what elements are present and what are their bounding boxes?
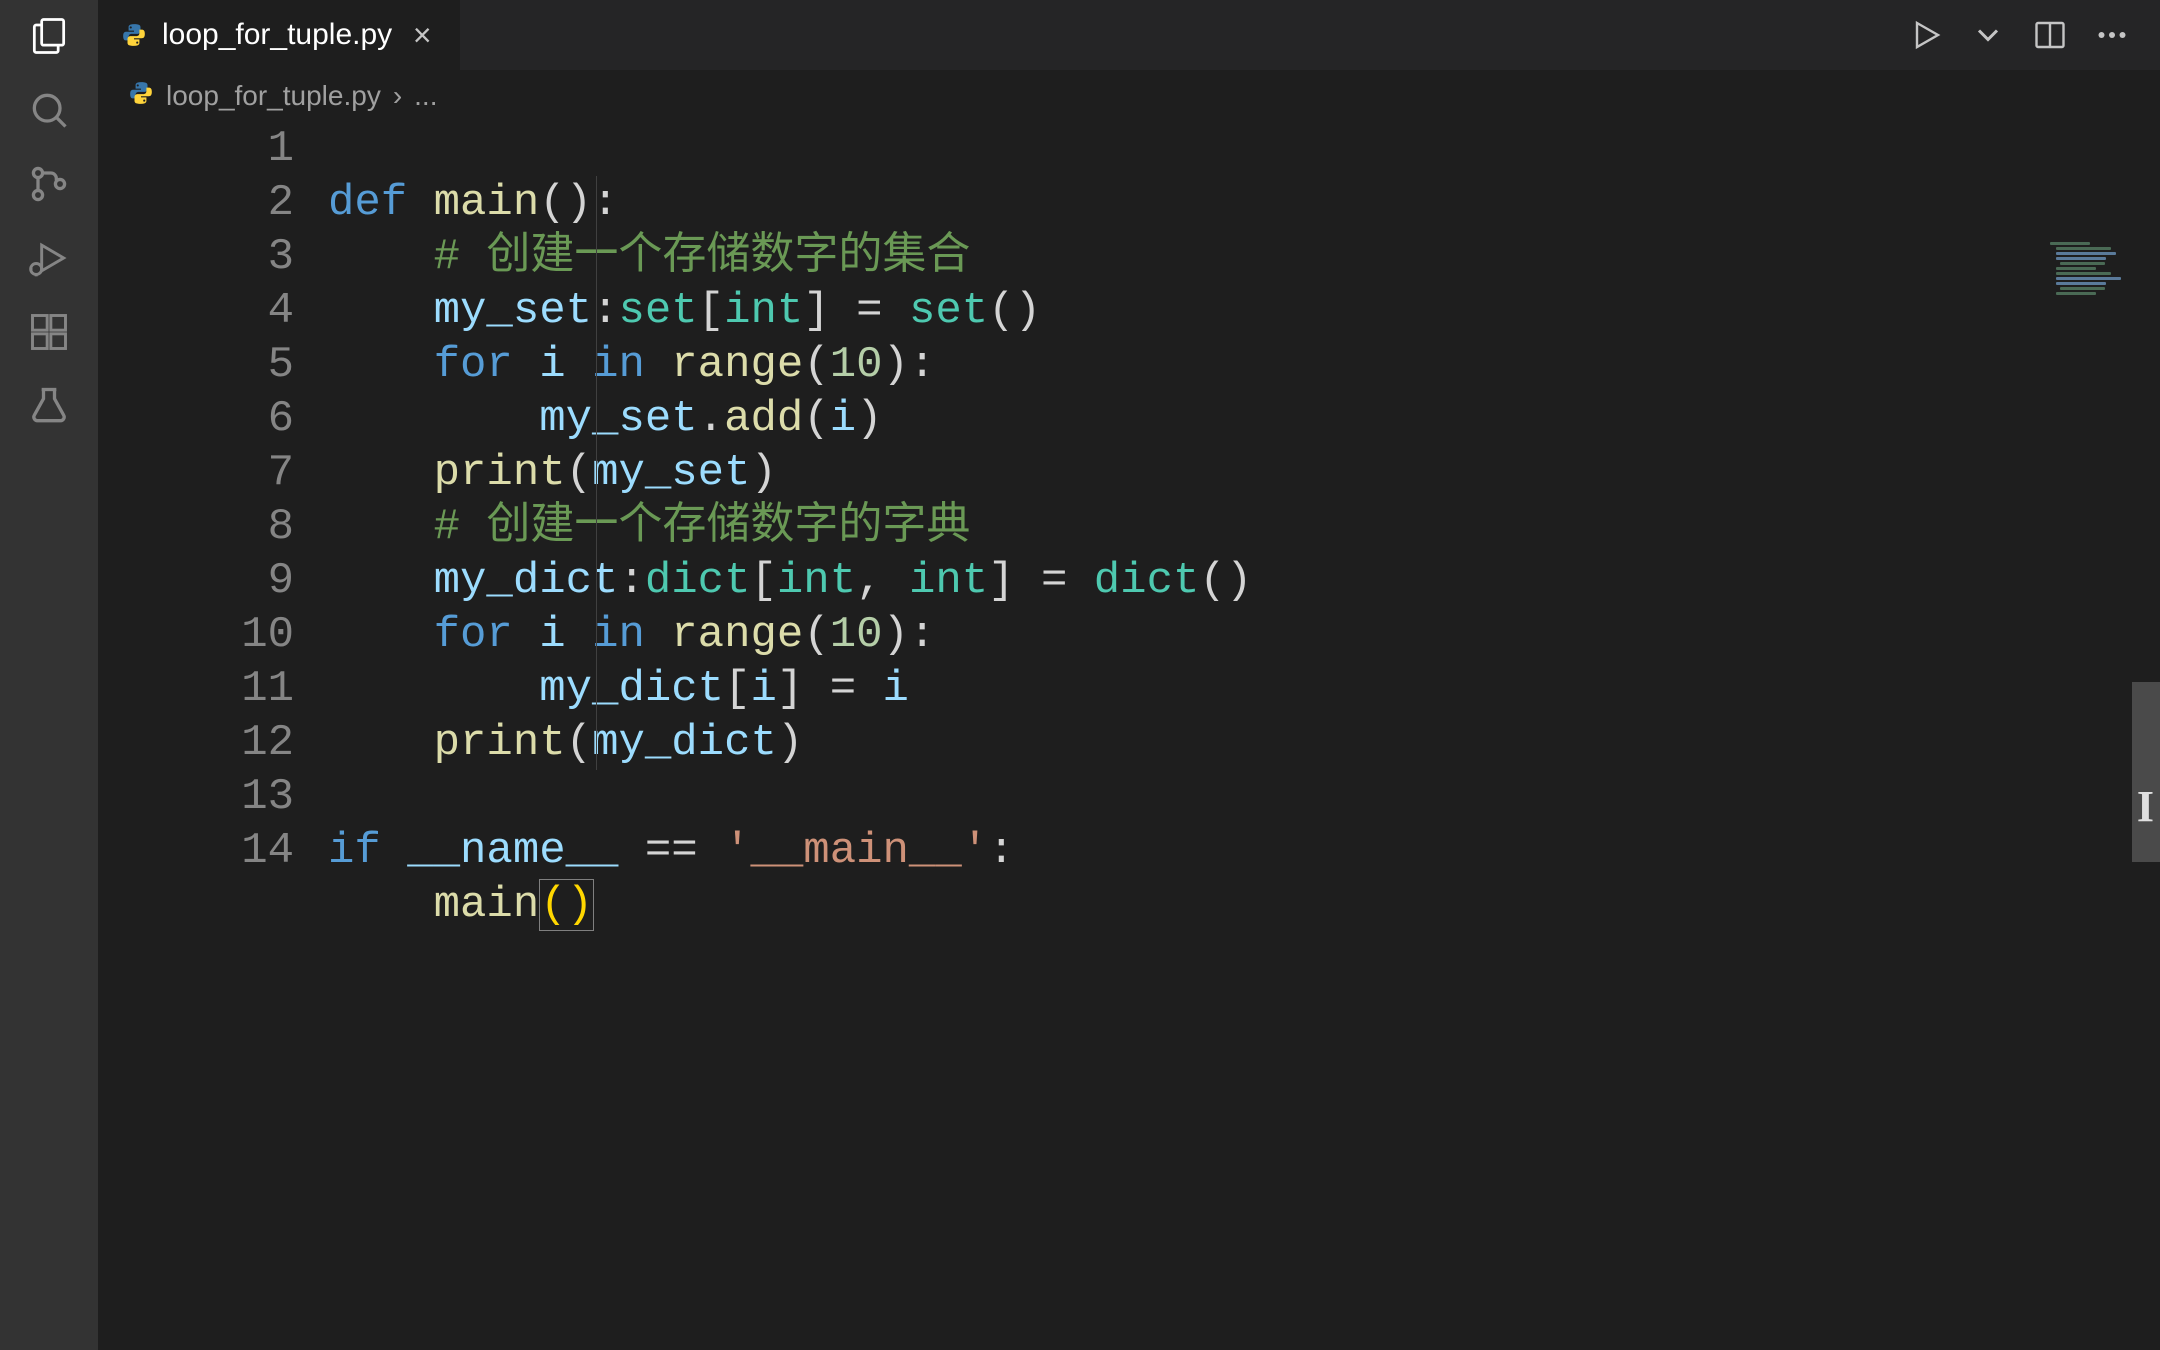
code-line: # 创建一个存储数字的字典 (328, 500, 2160, 554)
code-line: my_dict:dict[int, int] = dict() (328, 554, 2160, 608)
more-actions-icon[interactable] (2094, 17, 2130, 53)
code-line: for i in range(10): (328, 608, 2160, 662)
python-file-icon (128, 80, 154, 113)
search-icon[interactable] (25, 86, 73, 134)
explorer-icon[interactable] (25, 12, 73, 60)
editor-main: loop_for_tuple.py × (98, 0, 2160, 1350)
line-number: 5 (98, 338, 294, 392)
code-line: print(my_set) (328, 446, 2160, 500)
chevron-right-icon: › (393, 80, 402, 112)
breadcrumb-file: loop_for_tuple.py (166, 80, 381, 112)
line-number: 13 (98, 770, 294, 824)
python-file-icon (120, 21, 148, 49)
split-editor-icon[interactable] (2032, 17, 2068, 53)
line-number-gutter: 1 2 3 4 5 6 7 8 9 10 11 12 13 14 (98, 122, 328, 1350)
run-debug-icon[interactable] (25, 234, 73, 282)
code-line: # 创建一个存储数字的集合 (328, 230, 2160, 284)
source-control-icon[interactable] (25, 160, 73, 208)
line-number: 9 (98, 554, 294, 608)
tab-active[interactable]: loop_for_tuple.py × (98, 0, 461, 70)
tab-label: loop_for_tuple.py (162, 18, 392, 52)
code-line: def main(): (328, 176, 2160, 230)
close-icon[interactable]: × (406, 19, 438, 51)
line-number: 10 (98, 608, 294, 662)
code-editor[interactable]: 1 2 3 4 5 6 7 8 9 10 11 12 13 14 def mai… (98, 122, 2160, 1350)
line-number: 11 (98, 662, 294, 716)
run-dropdown-icon[interactable] (1970, 17, 2006, 53)
breadcrumb-tail: ... (414, 80, 437, 112)
run-file-icon[interactable] (1908, 17, 1944, 53)
code-line: my_set:set[int] = set() (328, 284, 2160, 338)
code-line: if __name__ == '__main__': (328, 824, 2160, 878)
line-number: 2 (98, 176, 294, 230)
line-number: 8 (98, 500, 294, 554)
code-line: my_set.add(i) (328, 392, 2160, 446)
scrollbar-thumb[interactable] (2132, 682, 2160, 862)
code-content[interactable]: def main(): # 创建一个存储数字的集合 my_set:set[int… (328, 122, 2160, 1350)
line-number: 12 (98, 716, 294, 770)
code-line (328, 770, 2160, 824)
line-number: 1 (98, 122, 294, 176)
minimap[interactable] (2050, 242, 2130, 302)
breadcrumb[interactable]: loop_for_tuple.py › ... (98, 70, 2160, 122)
line-number: 14 (98, 824, 294, 878)
testing-icon[interactable] (25, 382, 73, 430)
code-line: main() (328, 878, 2160, 932)
code-line: print(my_dict) (328, 716, 2160, 770)
line-number: 6 (98, 392, 294, 446)
text-cursor-icon: I (2137, 780, 2154, 834)
code-line: for i in range(10): (328, 338, 2160, 392)
tab-bar: loop_for_tuple.py × (98, 0, 2160, 70)
code-line: my_dict[i] = i (328, 662, 2160, 716)
extensions-icon[interactable] (25, 308, 73, 356)
tab-actions (1908, 0, 2160, 70)
activity-bar (0, 0, 98, 1350)
line-number: 7 (98, 446, 294, 500)
line-number: 4 (98, 284, 294, 338)
line-number: 3 (98, 230, 294, 284)
